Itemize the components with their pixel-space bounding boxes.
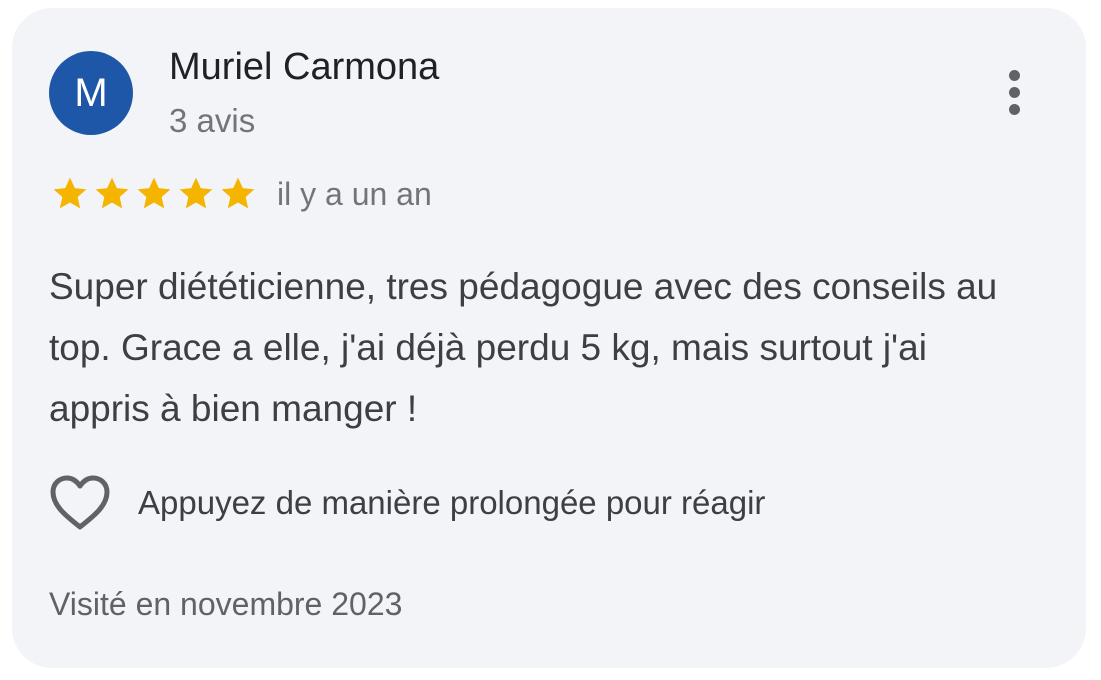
reaction-row[interactable]: Appuyez de manière prolongée pour réagir xyxy=(49,474,765,532)
more-vert-icon-dot xyxy=(1008,86,1020,98)
visit-date: Visité en novembre 2023 xyxy=(49,586,403,622)
author-review-count[interactable]: 3 avis xyxy=(169,102,255,140)
star-icon xyxy=(134,174,174,214)
heart-outline-icon[interactable] xyxy=(49,474,111,532)
reaction-label: Appuyez de manière prolongée pour réagir xyxy=(138,484,766,521)
more-vert-icon-dot xyxy=(1008,103,1020,115)
review-time-ago: il y a un an xyxy=(277,176,432,212)
review-card: M Muriel Carmona 3 avis il y a un an Sup… xyxy=(12,8,1086,668)
avatar-initial: M xyxy=(74,70,108,115)
star-icon xyxy=(92,174,132,214)
author-name[interactable]: Muriel Carmona xyxy=(169,46,439,89)
star-icon xyxy=(218,174,258,214)
review-text: Super diététicienne, tres pédagogue avec… xyxy=(49,266,998,429)
avatar[interactable]: M xyxy=(49,51,133,135)
more-options-button[interactable] xyxy=(996,60,1032,124)
star-rating xyxy=(50,174,258,214)
more-vert-icon xyxy=(1008,69,1020,81)
star-icon xyxy=(176,174,216,214)
star-icon xyxy=(50,174,90,214)
